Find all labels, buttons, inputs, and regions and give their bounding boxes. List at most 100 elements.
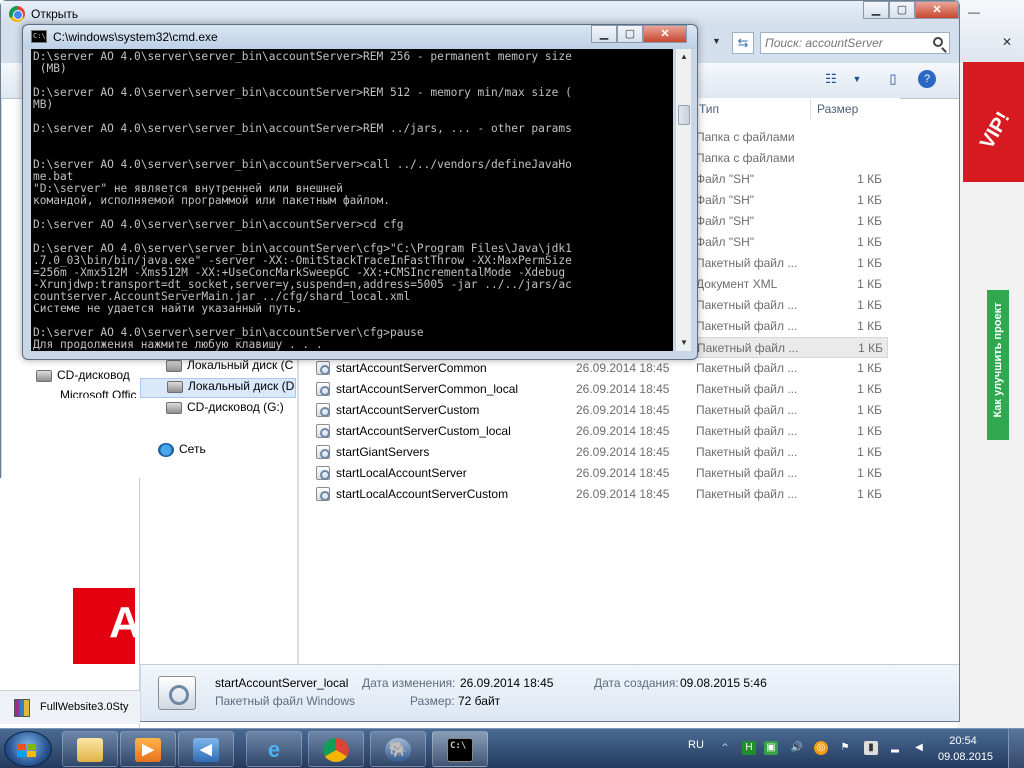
taskbar-cmd[interactable]: C:\ [432, 731, 488, 767]
close-button[interactable]: ✕ [915, 1, 959, 19]
nav-item-cd-drive[interactable]: CD-дисковод [36, 368, 136, 388]
row-type: Файл "SH" [696, 214, 755, 228]
row-date: 26.09.2014 18:45 [576, 403, 670, 417]
chevron-down-icon[interactable]: ▼ [848, 70, 866, 88]
row-size: 1 КБ [857, 424, 882, 438]
table-row[interactable]: startGiantServers 26.09.2014 18:45 Пакетны… [314, 442, 888, 463]
row-type: Папка с файлами [696, 151, 795, 165]
view-options-icon[interactable]: ☷ [822, 70, 840, 88]
row-name: startLocalAccountServer [336, 466, 467, 480]
details-created-label: Дата создания: [594, 676, 679, 690]
nav-item-label: CD-дисковод [57, 368, 130, 382]
row-size: 1 КБ [857, 361, 882, 375]
nav-item-office[interactable]: Microsoft Office [60, 388, 136, 398]
tray-app-icon[interactable]: ◎ [814, 741, 828, 755]
improve-project-tab[interactable]: Как улучшить проект [987, 290, 1009, 440]
close-icon[interactable]: ✕ [998, 34, 1016, 50]
row-size: 1 КБ [857, 403, 882, 417]
batch-file-icon [316, 424, 330, 438]
preview-pane-icon[interactable]: ▯ [884, 70, 902, 88]
tray-app-icon[interactable]: H [742, 741, 756, 755]
language-indicator[interactable]: RU [688, 739, 704, 751]
taskbar-postgresql[interactable]: 🐘 [370, 731, 426, 767]
taskbar-internet-explorer[interactable]: e [246, 731, 302, 767]
cmd-titlebar[interactable]: C:\ C:\windows\system32\cmd.exe ▁ ▢ ✕ [23, 25, 697, 49]
nav-item-label: Microsoft Office [60, 388, 136, 398]
column-header-size[interactable]: Размер [810, 98, 900, 120]
search-box[interactable] [760, 32, 950, 54]
row-type: Пакетный файл ... [696, 298, 798, 312]
row-size: 1 КБ [857, 445, 882, 459]
row-size: 1 КБ [857, 466, 882, 480]
taskbar-audio[interactable]: ◀ [178, 731, 234, 767]
network-signal-icon[interactable]: ▂ [888, 741, 902, 755]
row-name: startAccountServerCustom [336, 403, 480, 417]
scroll-down-icon[interactable]: ▼ [676, 335, 692, 351]
nav-item-local-disk-d[interactable]: Локальный диск (D [140, 378, 296, 398]
table-row[interactable]: startAccountServerCommon_local 26.09.2014… [314, 379, 888, 400]
nav-item-network[interactable]: Сеть [158, 442, 288, 462]
table-row[interactable]: startLocalAccountServerCustom 26.09.2014 … [314, 484, 888, 505]
background-task-window[interactable]: FullWebsite3.0Sty [0, 690, 140, 724]
table-row[interactable]: startLocalAccountServer 26.09.2014 18:45 П… [314, 463, 888, 484]
cd-drive-icon [166, 401, 182, 414]
cmd-output: D:\server AO 4.0\server\server_bin\accou… [33, 50, 572, 351]
row-type: Пакетный файл ... [696, 403, 798, 417]
row-type: Файл "SH" [696, 172, 755, 186]
row-type: Файл "SH" [696, 235, 755, 249]
folder-icon [77, 738, 103, 762]
batch-file-icon [316, 487, 330, 501]
row-name: startLocalAccountServerCustom [336, 487, 509, 501]
vip-ribbon[interactable]: VIP! [963, 62, 1024, 182]
chrome-icon [9, 6, 25, 22]
nav-item-cd-drive-g[interactable]: CD-дисковод (G:) [166, 400, 296, 420]
speaker-icon[interactable]: ◀ [912, 741, 926, 755]
clock[interactable]: 20:54 09.08.2015 [938, 733, 993, 765]
table-row[interactable]: startAccountServerCustom 26.09.2014 18:45… [314, 400, 888, 421]
scroll-thumb[interactable] [678, 105, 690, 125]
cmd-console[interactable]: D:\server AO 4.0\server\server_bin\accou… [31, 49, 673, 351]
table-row[interactable]: startAccountServerCommon 26.09.2014 18:45… [314, 358, 888, 379]
taskbar-media-player[interactable]: ▶ [120, 731, 176, 767]
maximize-button[interactable]: ▢ [889, 1, 915, 19]
row-type: Пакетный файл ... [696, 256, 798, 270]
row-size: 1 КБ [857, 172, 882, 186]
address-dropdown-icon[interactable]: ▼ [712, 36, 721, 46]
taskbar-chrome[interactable] [308, 731, 364, 767]
details-filename: startAccountServer_local [215, 676, 349, 690]
row-size: 1 КБ [857, 319, 882, 333]
row-type: Пакетный файл ... [696, 487, 798, 501]
batch-file-icon [316, 445, 330, 459]
row-type: Файл "SH" [696, 193, 755, 207]
row-type: Пакетный файл ... [696, 382, 798, 396]
search-icon[interactable] [933, 37, 943, 47]
battery-icon[interactable]: ▮ [864, 741, 878, 755]
cmd-minimize-button[interactable]: ▁ [591, 25, 617, 43]
nav-item-label: Сеть [179, 442, 206, 456]
cmd-close-button[interactable]: ✕ [643, 25, 687, 43]
tray-app-icon[interactable]: ▣ [764, 741, 778, 755]
row-size: 1 КБ [857, 256, 882, 270]
cmd-window[interactable]: C:\ C:\windows\system32\cmd.exe ▁ ▢ ✕ D:… [22, 24, 698, 360]
postgresql-icon: 🐘 [385, 738, 411, 762]
taskbar-explorer[interactable] [62, 731, 118, 767]
refresh-button[interactable]: ⇆ [732, 32, 754, 54]
tray-expand-icon[interactable]: ⌃ [718, 741, 732, 755]
help-icon[interactable]: ? [918, 70, 936, 88]
row-size: 1 КБ [857, 214, 882, 228]
row-size: 1 КБ [857, 487, 882, 501]
window-control-icon[interactable]: — [965, 4, 983, 20]
cmd-maximize-button[interactable]: ▢ [617, 25, 643, 43]
scroll-up-icon[interactable]: ▲ [676, 49, 692, 65]
details-modified-label: Дата изменения: [362, 676, 456, 690]
search-input[interactable] [765, 35, 925, 51]
cmd-scrollbar[interactable]: ▲ ▼ [675, 49, 691, 351]
nav-item-local-disk-c[interactable]: Локальный диск (C [166, 358, 296, 378]
flag-icon[interactable]: ⚑ [838, 741, 852, 755]
minimize-button[interactable]: ▁ [863, 1, 889, 19]
column-header-type[interactable]: Тип [692, 98, 810, 120]
volume-icon[interactable]: 🔊 [790, 741, 804, 755]
show-desktop-button[interactable] [1008, 729, 1024, 768]
details-pane [141, 664, 959, 721]
table-row[interactable]: startAccountServerCustom_local 26.09.2014… [314, 421, 888, 442]
